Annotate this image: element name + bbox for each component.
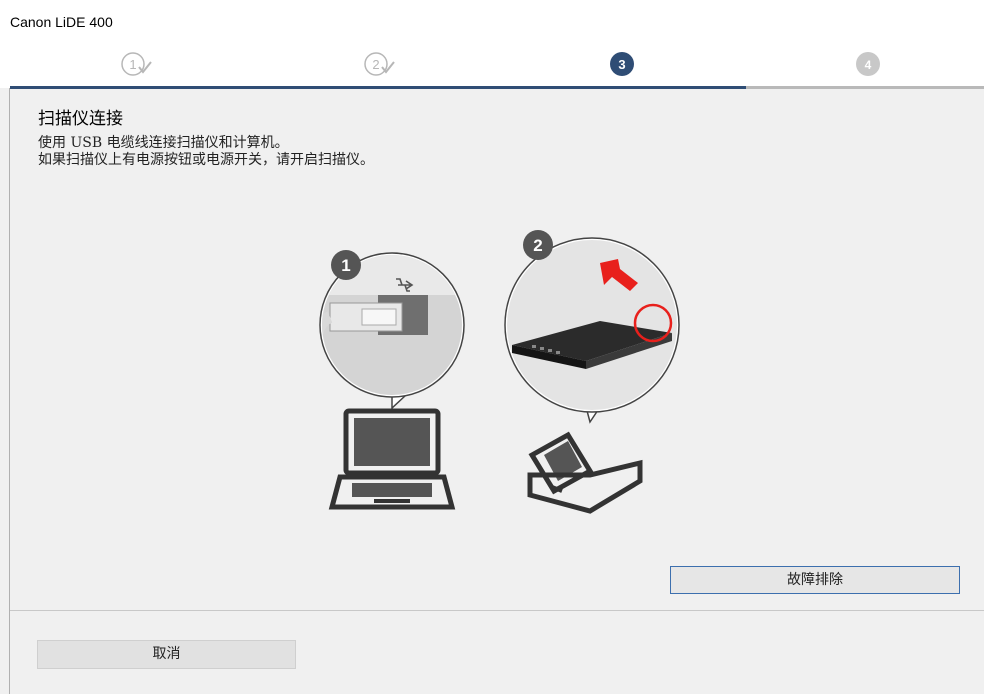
step-indicator: 1 2 3 4 [0, 40, 984, 88]
title-bar: Canon LiDE 400 [0, 0, 984, 40]
step-4-label: 4 [865, 58, 872, 72]
callout-2-number: 2 [533, 236, 542, 255]
step-4-pending-icon: 4 [855, 51, 881, 77]
page-title: 扫描仪连接 [38, 109, 123, 129]
connection-illustration: 1 2 [300, 225, 700, 525]
progress-fill [10, 86, 746, 89]
scanner-icon [527, 431, 643, 514]
usb-plug-callout: 1 [319, 250, 465, 410]
step-2-label: 2 [372, 57, 379, 72]
scanner-power-callout: 2 [504, 230, 680, 424]
step-1-label: 1 [129, 57, 136, 72]
step-3-label: 3 [618, 57, 625, 72]
step-3-current-icon: 3 [609, 51, 635, 77]
window-title: Canon LiDE 400 [10, 14, 113, 30]
troubleshoot-button[interactable]: 故障排除 [670, 566, 960, 594]
cancel-button[interactable]: 取消 [37, 640, 296, 669]
callout-1-number: 1 [341, 256, 350, 275]
window-border [9, 40, 10, 694]
step-1-done-icon: 1 [121, 51, 152, 77]
step-2-done-icon: 2 [364, 51, 395, 77]
footer-divider [10, 610, 984, 611]
instruction-line-1: 使用 USB 电缆线连接扫描仪和计算机。 [38, 135, 289, 151]
laptop-icon [328, 408, 456, 510]
instructions: 使用 USB 电缆线连接扫描仪和计算机。 如果扫描仪上有电源按钮或电源开关，请开… [38, 135, 374, 169]
instruction-line-2: 如果扫描仪上有电源按钮或电源开关，请开启扫描仪。 [38, 152, 374, 168]
installer-window: Canon LiDE 400 1 2 3 4 扫描仪连接 使用 USB 电缆线连… [0, 0, 984, 694]
